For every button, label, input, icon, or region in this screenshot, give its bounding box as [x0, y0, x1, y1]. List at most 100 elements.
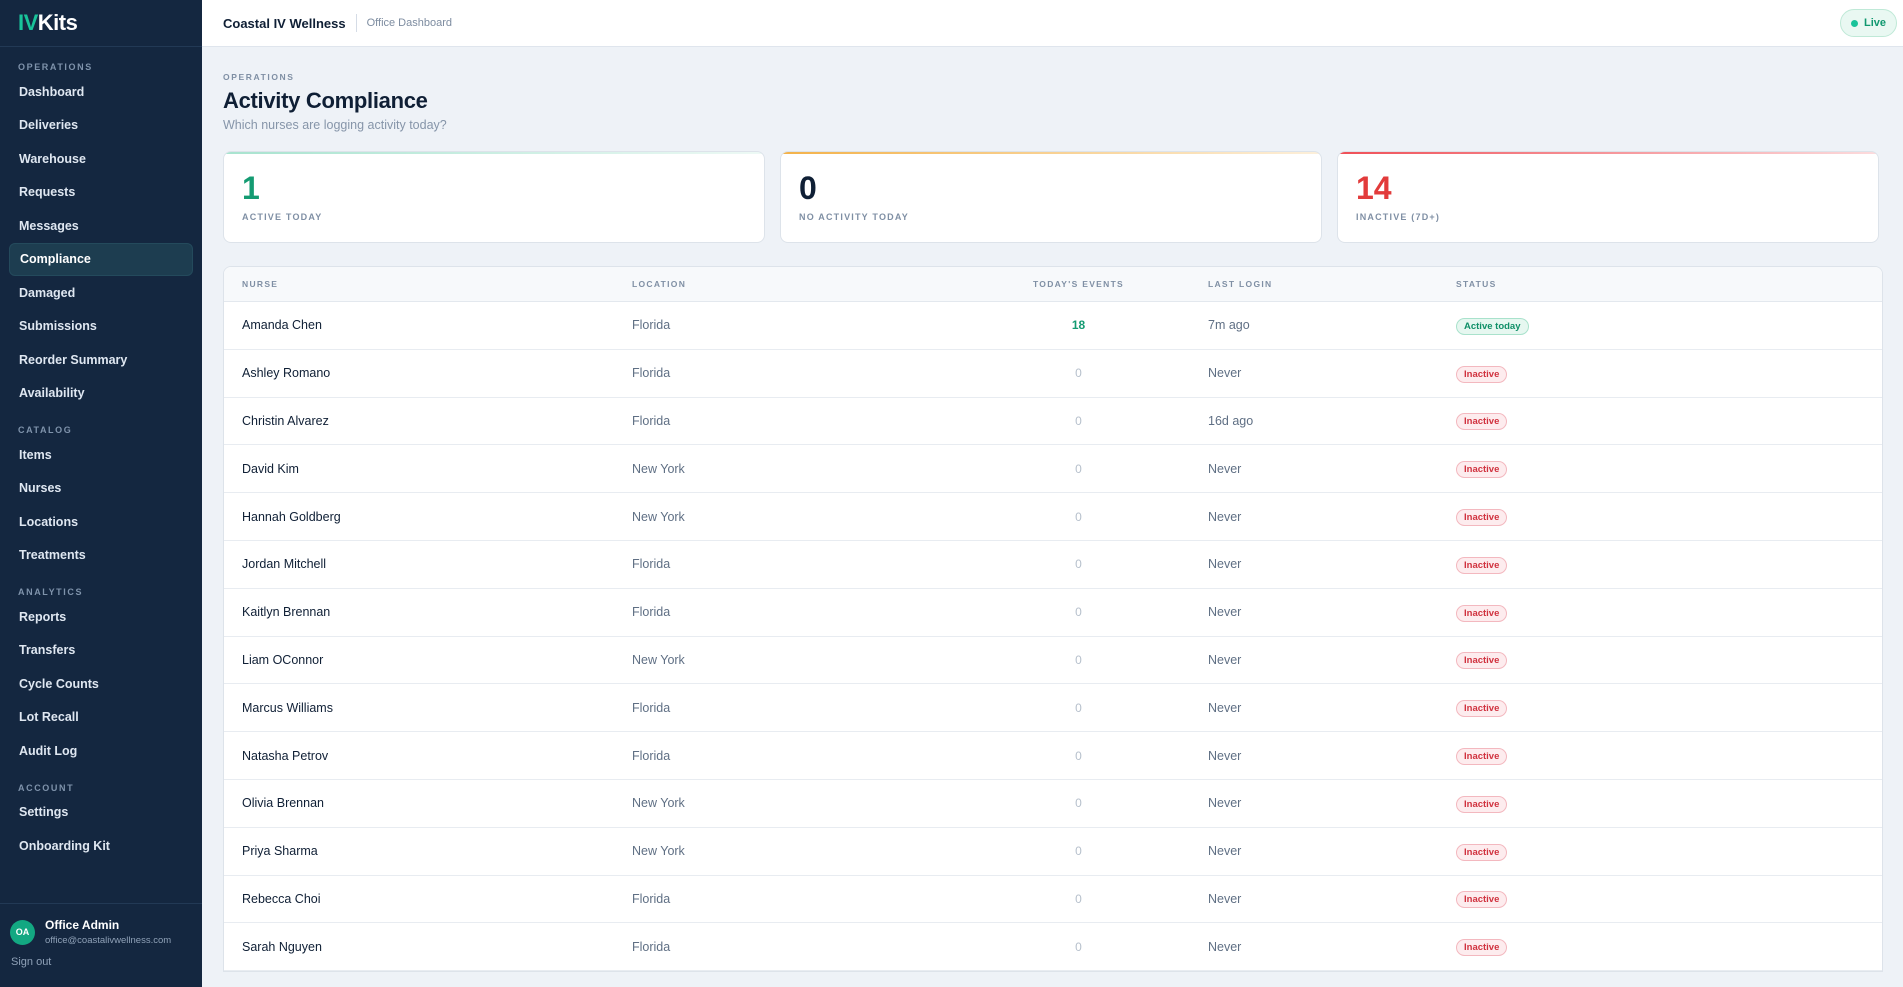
last-login: Never [1208, 652, 1242, 667]
table-row[interactable]: Jordan Mitchell Florida 0 Never Inactive [224, 541, 1882, 589]
nurse-name: Sarah Nguyen [242, 939, 322, 954]
status-badge: Inactive [1456, 604, 1508, 622]
todays-events: 0 [1075, 939, 1082, 954]
sidebar-item-transfers[interactable]: Transfers [9, 634, 193, 668]
nav-section-catalog: CATALOG Items Nurses Locations Treatments [0, 410, 202, 572]
nurse-name: Hannah Goldberg [242, 509, 341, 524]
table-row[interactable]: Hannah Goldberg New York 0 Never Inactive [224, 493, 1882, 541]
stat-accent-bar [1338, 152, 1878, 154]
sidebar-item-submissions[interactable]: Submissions [9, 310, 193, 344]
sidebar-item-audit-log[interactable]: Audit Log [9, 734, 193, 768]
table-row[interactable]: Kaitlyn Brennan Florida 0 Never Inactive [224, 589, 1882, 637]
column-header-events[interactable]: TODAY'S EVENTS [992, 279, 1165, 289]
table-row[interactable]: Ashley Romano Florida 0 Never Inactive [224, 350, 1882, 398]
status-cell: Inactive [1456, 459, 1882, 479]
nurse-location: New York [632, 844, 685, 859]
sidebar-item-damaged[interactable]: Damaged [9, 276, 193, 310]
topbar: Coastal IV Wellness Office Dashboard Liv… [202, 0, 1903, 47]
sidebar-item-availability[interactable]: Availability [9, 377, 193, 411]
user-email: office@coastalivwellness.com [45, 935, 172, 946]
sidebar-item-treatments[interactable]: Treatments [9, 539, 193, 573]
todays-events: 0 [1075, 796, 1082, 811]
table-row[interactable]: Natasha Petrov Florida 0 Never Inactive [224, 732, 1882, 780]
sidebar-item-messages[interactable]: Messages [9, 209, 193, 243]
logo-iv: IV [18, 10, 38, 35]
column-header-location[interactable]: LOCATION [632, 279, 992, 289]
sidebar-item-items[interactable]: Items [9, 438, 193, 472]
table-row[interactable]: Sarah Nguyen Florida 0 Never Inactive [224, 923, 1882, 972]
nurse-location: Florida [632, 748, 671, 763]
nurse-location: Florida [632, 700, 671, 715]
column-header-nurse[interactable]: NURSE [224, 279, 632, 289]
sidebar-item-lot-recall[interactable]: Lot Recall [9, 701, 193, 735]
nurse-name: Ashley Romano [242, 366, 331, 381]
last-login: Never [1208, 891, 1242, 906]
nav-section-label: ANALYTICS [18, 587, 84, 597]
todays-events: 0 [1075, 700, 1082, 715]
nav-section-account: ACCOUNT Settings Onboarding Kit [0, 768, 202, 863]
column-header-last-login[interactable]: LAST LOGIN [1165, 279, 1456, 289]
nurse-location: Florida [632, 557, 671, 572]
sidebar-item-reorder-summary[interactable]: Reorder Summary [9, 343, 193, 377]
sidebar-item-compliance[interactable]: Compliance [9, 242, 193, 276]
avatar: OA [10, 919, 35, 945]
status-badge: Inactive [1456, 365, 1508, 383]
sidebar-item-requests[interactable]: Requests [9, 176, 193, 210]
main-content: OPERATIONS Activity Compliance Which nur… [223, 47, 1883, 973]
last-login: Never [1208, 939, 1242, 954]
todays-events: 0 [1075, 557, 1082, 572]
user-profile[interactable]: OA Office Admin office@coastalivwellness… [0, 904, 202, 946]
sidebar-item-reports[interactable]: Reports [9, 600, 193, 634]
status-cell: Active today [1456, 316, 1882, 335]
last-login: Never [1208, 557, 1242, 572]
todays-events: 0 [1075, 461, 1082, 476]
table-row[interactable]: Christin Alvarez Florida 0 16d ago Inactive [224, 398, 1882, 446]
sign-out-link[interactable]: Sign out [0, 946, 202, 968]
app-logo[interactable]: IV Kits [0, 0, 202, 47]
nurse-location: Florida [632, 891, 671, 906]
table-row[interactable]: Marcus Williams Florida 0 Never Inactive [224, 684, 1882, 733]
table-body: Amanda Chen Florida 18 7m ago Active today As… [224, 302, 1882, 972]
status-cell: Inactive [1456, 794, 1882, 813]
status-cell: Inactive [1456, 842, 1882, 861]
todays-events: 18 [1071, 318, 1086, 333]
sidebar-item-cycle-counts[interactable]: Cycle Counts [9, 667, 193, 701]
last-login: 7m ago [1208, 318, 1250, 333]
status-cell: Inactive [1456, 937, 1882, 957]
topbar-divider [355, 14, 357, 32]
status-badge: Inactive [1456, 939, 1508, 957]
stat-value: 1 [242, 170, 260, 206]
sidebar-item-onboarding-kit[interactable]: Onboarding Kit [9, 829, 193, 863]
sidebar-item-dashboard[interactable]: Dashboard [9, 75, 193, 109]
status-badge: Inactive [1456, 843, 1508, 861]
nurse-name: Liam OConnor [242, 652, 324, 667]
nurse-location: Florida [632, 939, 671, 954]
sidebar-item-deliveries[interactable]: Deliveries [9, 109, 193, 143]
table-row[interactable]: Olivia Brennan New York 0 Never Inactive [224, 780, 1882, 828]
status-badge: Inactive [1456, 413, 1508, 431]
sidebar-item-warehouse[interactable]: Warehouse [9, 142, 193, 176]
stat-value: 14 [1356, 170, 1392, 206]
sidebar-item-locations[interactable]: Locations [9, 505, 193, 539]
last-login: Never [1208, 509, 1242, 524]
sidebar-item-settings[interactable]: Settings [9, 796, 193, 830]
last-login: Never [1208, 461, 1242, 476]
column-header-status[interactable]: STATUS [1456, 279, 1882, 289]
table-row[interactable]: Priya Sharma New York 0 Never Inactive [224, 828, 1882, 876]
table-row[interactable]: Rebecca Choi Florida 0 Never Inactive [224, 876, 1882, 924]
stat-cards: 1 ACTIVE TODAY 0 NO ACTIVITY TODAY 14 IN… [223, 151, 1883, 243]
table-row[interactable]: Liam OConnor New York 0 Never Inactive [224, 637, 1882, 685]
status-badge: Inactive [1456, 748, 1508, 766]
stat-accent-bar [781, 152, 1321, 154]
sidebar-item-nurses[interactable]: Nurses [9, 472, 193, 506]
live-dot-icon [1850, 19, 1858, 27]
table-row[interactable]: Amanda Chen Florida 18 7m ago Active today [224, 302, 1882, 350]
nav-section-label: OPERATIONS [18, 62, 93, 72]
live-label: Live [1863, 17, 1886, 29]
todays-events: 0 [1075, 844, 1082, 859]
stat-value: 0 [799, 170, 817, 206]
stat-label: NO ACTIVITY TODAY [799, 212, 909, 222]
nurse-location: Florida [632, 318, 671, 333]
table-row[interactable]: David Kim New York 0 Never Inactive [224, 445, 1882, 494]
status-badge: Inactive [1456, 795, 1508, 813]
